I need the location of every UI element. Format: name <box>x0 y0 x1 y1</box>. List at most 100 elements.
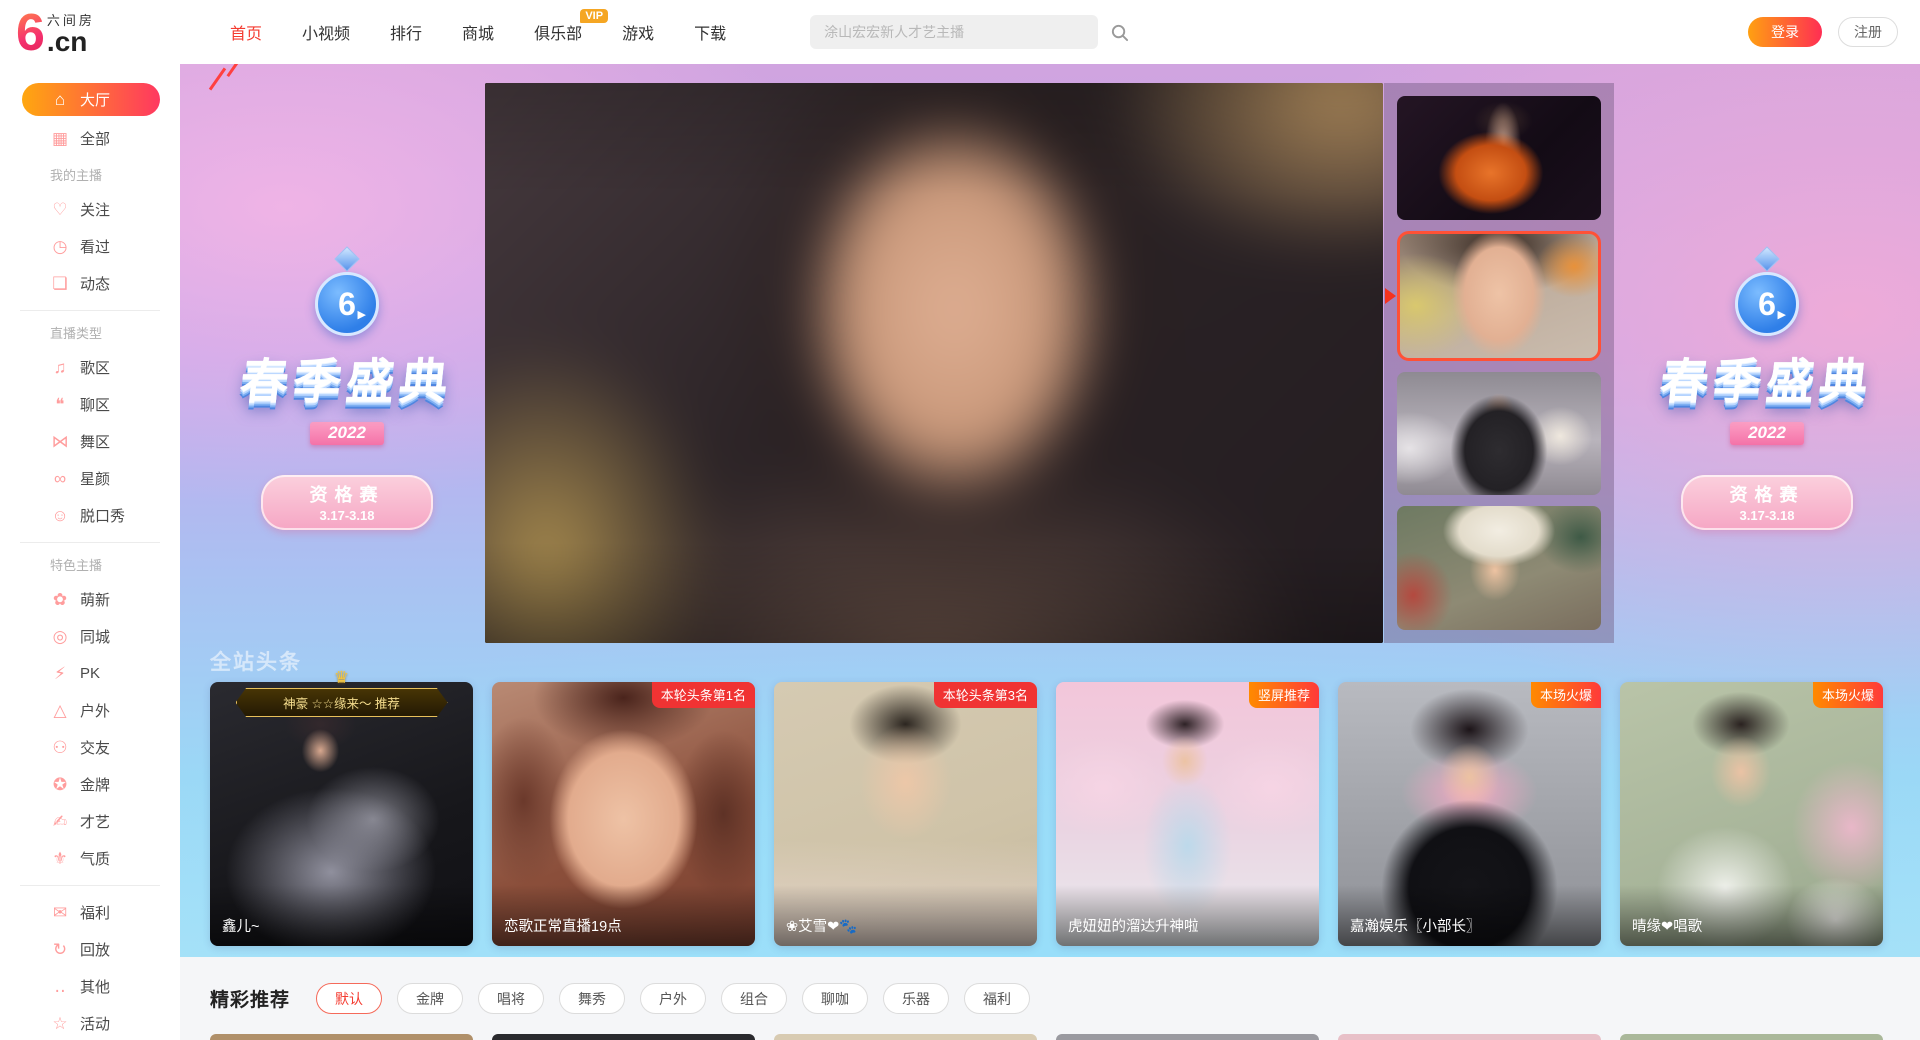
sidebar-item-label: 关注 <box>80 199 110 220</box>
stream-thumbnail[interactable] <box>1397 96 1601 220</box>
category-tab[interactable]: 聊咖 <box>802 983 868 1014</box>
shooting-star-icon <box>209 67 226 90</box>
others-icon: ‥ <box>50 977 70 997</box>
live-card-name: 晴缘❤唱歌 <box>1620 885 1883 946</box>
live-card-name: ❀艾雪❤🐾 <box>774 885 1037 946</box>
sidebar-item[interactable]: ⚡ PK <box>0 655 180 692</box>
sidebar-item[interactable]: ▦ 全部 <box>0 120 180 157</box>
sidebar-item[interactable]: ⌂ 大厅 <box>22 83 160 116</box>
stream-thumbnail[interactable] <box>1397 506 1601 630</box>
star-face-icon: ∞ <box>50 469 70 489</box>
live-card[interactable]: ♛ 竖屏推荐 虎妞妞的溜达升神啦 <box>1056 682 1319 946</box>
stream-thumbnail[interactable] <box>1397 231 1601 361</box>
friends-icon: ⚇ <box>50 738 70 758</box>
auth-buttons: 登录 注册 <box>1748 17 1898 47</box>
nav-item-label: 商城 <box>462 26 494 43</box>
sidebar-item[interactable]: ✿ 萌新 <box>0 581 180 618</box>
hero: 6 ▶ 春季盛典 2022 资格赛 3.17-3.18 6 ▶ 春季盛典 202… <box>180 64 1920 957</box>
sidebar-divider <box>20 542 160 543</box>
next-row-preview <box>210 1034 1883 1040</box>
diamond-icon <box>1754 246 1779 271</box>
sidebar-item-label: 金牌 <box>80 774 110 795</box>
category-tab[interactable]: 金牌 <box>397 983 463 1014</box>
sidebar-item-label: 户外 <box>80 700 110 721</box>
sidebar-item[interactable]: ☺ 脱口秀 <box>0 497 180 534</box>
video-player[interactable] <box>485 83 1383 643</box>
category-tab[interactable]: 乐器 <box>883 983 949 1014</box>
stream-thumbnail[interactable] <box>1397 372 1601 496</box>
nav-item[interactable]: 商城 <box>462 20 494 44</box>
sidebar-item-label: 星颜 <box>80 468 110 489</box>
sidebar-item[interactable]: ♫ 歌区 <box>0 349 180 386</box>
sidebar-item[interactable]: ♡ 关注 <box>0 191 180 228</box>
diamond-icon <box>334 246 359 271</box>
category-tab[interactable]: 福利 <box>964 983 1030 1014</box>
sidebar-item[interactable]: ∞ 星颜 <box>0 460 180 497</box>
spring-gala-banner-right[interactable]: 6 ▶ 春季盛典 2022 资格赛 3.17-3.18 <box>1622 250 1912 530</box>
nav-item[interactable]: 游戏 <box>622 20 654 44</box>
location-icon: ◎ <box>50 627 70 647</box>
search-button[interactable] <box>1110 23 1129 42</box>
sidebar-item[interactable]: ⚇ 交友 <box>0 729 180 766</box>
live-card[interactable]: ♛ 本场火爆 嘉瀚娱乐〖小部长〗 <box>1338 682 1601 946</box>
feed-icon: ❏ <box>50 274 70 294</box>
music-icon: ♫ <box>50 358 70 378</box>
play-icon: ▶ <box>358 308 366 321</box>
nav-item[interactable]: 排行 <box>390 20 422 44</box>
gala-6-text: 6 <box>338 286 356 323</box>
register-button[interactable]: 注册 <box>1838 17 1898 47</box>
talent-icon: ✍ <box>50 812 70 832</box>
sidebar-item[interactable]: ✍ 才艺 <box>0 803 180 840</box>
live-card[interactable]: ♛ 本轮头条第3名 ❀艾雪❤🐾 <box>774 682 1037 946</box>
spring-gala-banner-left[interactable]: 6 ▶ 春季盛典 2022 资格赛 3.17-3.18 <box>202 250 492 530</box>
sidebar-item[interactable]: ❝ 聊区 <box>0 386 180 423</box>
next-row-card-top <box>210 1034 473 1040</box>
gala-title: 春季盛典 <box>198 342 495 412</box>
sidebar-item[interactable]: △ 户外 <box>0 692 180 729</box>
heart-icon: ♡ <box>50 200 70 220</box>
activity-icon: ☆ <box>50 1014 70 1034</box>
nav-item[interactable]: 下载 <box>694 20 726 44</box>
sidebar-nav: ⌂ 大厅 ▦ 全部 我的主播 ♡ 关注 ◷ 看过 ❏ 动态 直播类型 ♫ 歌区 … <box>0 83 180 1040</box>
sidebar-item[interactable]: ✪ 金牌 <box>0 766 180 803</box>
category-tab[interactable]: 唱将 <box>478 983 544 1014</box>
sidebar-item-label: 气质 <box>80 848 110 869</box>
sidebar-item[interactable]: ◷ 看过 <box>0 228 180 265</box>
category-tab[interactable]: 默认 <box>316 983 382 1014</box>
sidebar-item[interactable]: ⚜ 气质 <box>0 840 180 877</box>
live-card[interactable]: ♛ 神豪 ☆☆缘来～ 推荐 鑫儿~ <box>210 682 473 946</box>
sidebar-item-label: 萌新 <box>80 589 110 610</box>
nav-item[interactable]: 俱乐部 VIP <box>534 20 582 44</box>
sidebar-item[interactable]: ‥ 其他 <box>0 968 180 1005</box>
gala-6-text: 6 <box>1758 286 1776 323</box>
site-logo[interactable]: 6 六间房 .cn <box>16 10 166 55</box>
sidebar-item[interactable]: ⋈ 舞区 <box>0 423 180 460</box>
nav-item[interactable]: 小视频 <box>302 20 350 44</box>
recommend-section: 精彩推荐 默认金牌唱将舞秀户外组合聊咖乐器福利 <box>180 957 1920 1040</box>
login-button[interactable]: 登录 <box>1748 17 1822 47</box>
recommend-tabs: 默认金牌唱将舞秀户外组合聊咖乐器福利 <box>316 983 1030 1014</box>
category-tab[interactable]: 舞秀 <box>559 983 625 1014</box>
sidebar-item[interactable]: ❏ 动态 <box>0 265 180 302</box>
sidebar-item-label: 活动 <box>80 1013 110 1034</box>
sidebar-item[interactable]: ◎ 同城 <box>0 618 180 655</box>
sidebar-item-label: 才艺 <box>80 811 110 832</box>
sidebar-item[interactable]: ↻ 回放 <box>0 931 180 968</box>
chat-icon: ❝ <box>50 395 70 415</box>
play-icon: ▶ <box>1778 308 1786 321</box>
search-input[interactable] <box>810 15 1098 49</box>
sidebar-item-label: 脱口秀 <box>80 505 125 526</box>
recommend-title: 精彩推荐 <box>210 985 290 1012</box>
live-card[interactable]: ♛ 本场火爆 晴缘❤唱歌 <box>1620 682 1883 946</box>
live-card-name: 嘉瀚娱乐〖小部长〗 <box>1338 885 1601 946</box>
category-tab[interactable]: 组合 <box>721 983 787 1014</box>
live-card-badge: 本轮头条第3名 <box>934 682 1037 708</box>
sidebar-item[interactable]: ✉ 福利 <box>0 894 180 931</box>
crown-icon: ♛ <box>334 668 349 688</box>
live-card[interactable]: ♛ 本轮头条第1名 恋歌正常直播19点 <box>492 682 755 946</box>
category-tab[interactable]: 户外 <box>640 983 706 1014</box>
sidebar-item-label: PK <box>80 665 100 682</box>
sidebar-item[interactable]: ☆ 活动 <box>0 1005 180 1040</box>
nav-item-label: 排行 <box>390 26 422 43</box>
nav-item[interactable]: 首页 <box>230 20 262 44</box>
